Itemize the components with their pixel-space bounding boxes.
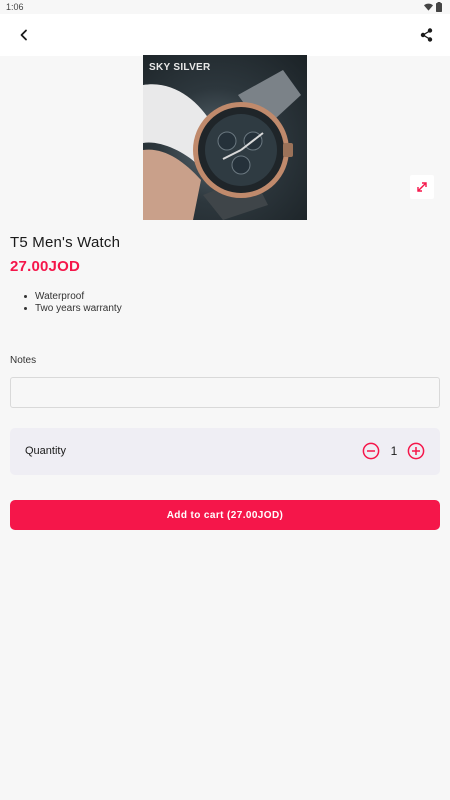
expand-icon <box>417 182 427 192</box>
minus-circle-icon[interactable] <box>362 442 380 460</box>
feature-list: Waterproof Two years warranty <box>22 291 122 315</box>
notes-label: Notes <box>10 355 37 366</box>
notes-input[interactable] <box>10 377 440 408</box>
plus-circle-icon[interactable] <box>407 442 425 460</box>
watch-illustration <box>143 70 301 220</box>
product-image[interactable]: SKY SILVER <box>143 55 307 220</box>
add-to-cart-button[interactable]: Add to cart (27.00JOD) <box>10 500 440 530</box>
product-title: T5 Men's Watch <box>10 234 121 251</box>
expand-image-button[interactable] <box>410 175 434 199</box>
feature-item: Two years warranty <box>22 303 122 315</box>
feature-item: Waterproof <box>22 291 122 303</box>
app-bar <box>0 14 450 56</box>
status-time: 1:06 <box>6 2 24 12</box>
status-icons <box>424 2 442 12</box>
share-icon <box>420 28 432 42</box>
product-price: 27.00JOD <box>10 258 80 275</box>
back-button[interactable] <box>14 25 34 45</box>
quantity-value: 1 <box>390 444 398 458</box>
brand-logo: SKY SILVER <box>149 62 211 73</box>
status-bar: 1:06 <box>0 0 450 14</box>
share-button[interactable] <box>416 25 436 45</box>
quantity-label: Quantity <box>25 445 66 457</box>
wifi-icon <box>424 3 433 11</box>
chevron-left-icon <box>20 29 27 41</box>
quantity-card: Quantity 1 <box>10 428 440 475</box>
battery-icon <box>436 2 442 12</box>
